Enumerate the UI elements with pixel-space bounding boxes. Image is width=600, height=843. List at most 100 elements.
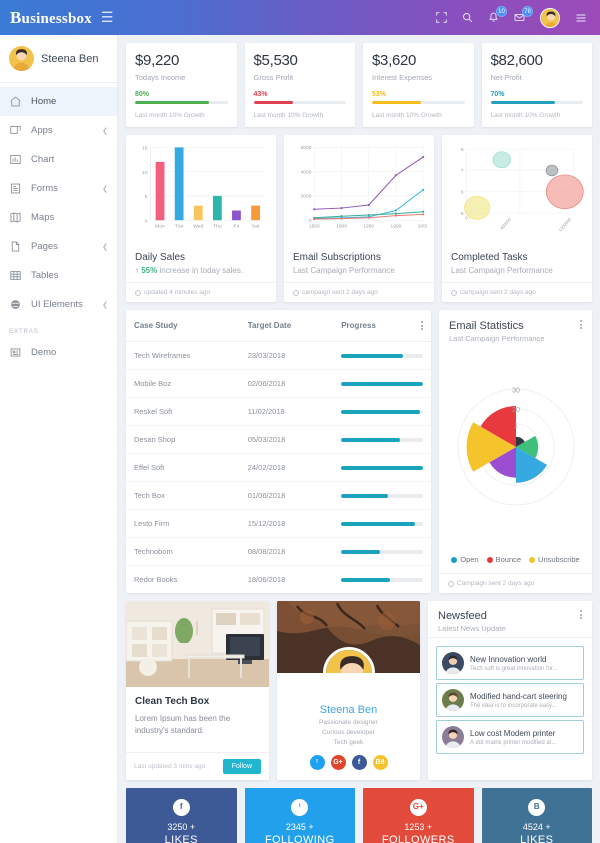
email-statistics-footer: Campaign sent 2 days ago — [439, 573, 592, 593]
news-text: The idea is to incorporate easy... — [470, 702, 557, 709]
stat-progress-track — [372, 101, 465, 104]
svg-text:400000: 400000 — [499, 217, 513, 231]
sidebar-item-forms[interactable]: Forms ❮ — [0, 174, 117, 203]
hamburger-icon[interactable] — [575, 12, 587, 24]
profile-name: Steena Ben — [319, 704, 378, 716]
social-label: LIKES — [520, 833, 554, 843]
clean-tech-box-timestamp: Last updated 3 mins ago — [134, 763, 206, 770]
social-stat-following[interactable]: ᵗ 2345 + FOLLOWING — [244, 788, 355, 843]
social-stat-likes[interactable]: B 4524 + LIKES — [481, 788, 592, 843]
svg-text:Thu: Thu — [213, 224, 222, 230]
table-row[interactable]: Redor Books 18/06/2018 — [126, 566, 431, 594]
svg-text:0: 0 — [145, 219, 148, 225]
cell-target-date: 18/06/2018 — [247, 575, 286, 584]
profile-card: Steena Ben Passionate designer Curious de… — [277, 601, 420, 780]
sidebar-item-pages[interactable]: Pages ❮ — [0, 232, 117, 261]
table-row[interactable]: Technobom 08/08/2018 — [126, 537, 431, 566]
legend-dot — [451, 556, 458, 563]
completed-tasks-title: Completed Tasks — [451, 252, 528, 263]
search-icon[interactable] — [462, 12, 473, 23]
svg-text:15: 15 — [142, 146, 148, 152]
table-row[interactable]: Effel Soft 24/02/2018 — [126, 453, 431, 482]
clean-tech-box-card: Clean Tech Box Lorem Ipsum has been the … — [126, 601, 269, 780]
table-menu-icon[interactable] — [421, 321, 423, 330]
sidebar-item-label: Forms — [31, 183, 58, 194]
blogger-icon: B — [528, 798, 546, 816]
svg-text:Sat: Sat — [252, 224, 260, 230]
stat-progress-fill — [253, 101, 294, 104]
cell-case-study: Tech Wireframes — [126, 341, 240, 370]
completed-tasks-plot: 5 6 7 8 0 400000 1000000 — [442, 135, 592, 245]
table-row[interactable]: Mobile Boz 02/06/2018 — [126, 369, 431, 398]
envelope-icon[interactable]: 78 — [514, 6, 533, 23]
svg-text:1900: 1900 — [336, 224, 347, 229]
avatar[interactable] — [540, 7, 560, 28]
legend-item[interactable]: Bounce — [486, 555, 521, 564]
sidebar-item-tables[interactable]: Tables — [0, 261, 117, 290]
email-statistics-plot: 30 20 1 — [439, 343, 592, 551]
sidebar-item-home[interactable]: Home — [0, 87, 117, 116]
sidebar-item-label: Tables — [31, 270, 59, 281]
svg-text:Tue: Tue — [175, 224, 184, 230]
chevron-right-icon: ❮ — [102, 301, 108, 309]
table-stats-row: Case Study Target Date Progress Tech Wir… — [126, 310, 592, 593]
follow-button[interactable]: Follow — [222, 759, 261, 774]
newsfeed-menu-icon[interactable] — [580, 610, 582, 633]
clean-tech-box-text: Lorem Ipsum has been the industry's stan… — [135, 714, 231, 735]
cell-progress — [333, 566, 431, 594]
svg-text:1: 1 — [514, 422, 518, 429]
cell-case-study: Lesto Firm — [126, 509, 240, 538]
table-row[interactable]: Lesto Firm 15/12/2018 — [126, 509, 431, 538]
list-item[interactable]: Modified hand-cart steering The idea is t… — [436, 683, 584, 717]
social-count: 4524 + — [522, 821, 551, 832]
facebook-icon[interactable]: f — [351, 755, 367, 770]
brand-logo[interactable]: Businessbox — [10, 8, 92, 28]
sidebar-item-apps[interactable]: Apps ❮ — [0, 116, 117, 145]
svg-text:1950: 1950 — [363, 224, 374, 229]
cell-case-study: Effel Soft — [126, 453, 240, 482]
cell-progress — [333, 369, 431, 398]
sidebar-item-maps[interactable]: Maps — [0, 203, 117, 232]
sidebar-item-demo[interactable]: Demo — [0, 338, 117, 367]
google-plus-icon[interactable]: G+ — [330, 755, 346, 770]
legend-item[interactable]: Unsubscribe — [529, 555, 580, 564]
fullscreen-icon[interactable] — [436, 12, 447, 23]
sidebar-item-chart[interactable]: Chart — [0, 145, 117, 174]
table-row[interactable]: Reskel Soft 11/02/2018 — [126, 397, 431, 426]
stat-card-2: $3,620 Interest Expenses 53% Last month 10%… — [363, 43, 474, 127]
sidebar-profile[interactable]: Steena Ben — [0, 35, 117, 82]
behance-icon[interactable]: Bē — [372, 755, 388, 770]
social-stat-likes[interactable]: f 3250 + LIKES — [126, 788, 237, 843]
stat-value: $5,530 — [253, 52, 298, 69]
social-stat-followers[interactable]: G+ 1253 + FOLLOWERS — [363, 788, 474, 843]
svg-text:Wed: Wed — [193, 224, 204, 230]
social-stats-row: f 3250 + LIKES ᵗ 2345 + FOLLOWING G+ 1253 + FOLL… — [126, 788, 592, 843]
bell-icon[interactable]: 10 — [488, 6, 507, 23]
list-item[interactable]: New Innovation world Tech soft is great i… — [436, 646, 584, 680]
table-row[interactable]: Desan Shop 05/03/2018 — [126, 425, 431, 454]
twitter-icon[interactable]: ᵗ — [309, 755, 325, 770]
svg-text:2000: 2000 — [301, 194, 312, 199]
svg-text:6000: 6000 — [301, 145, 312, 150]
sidebar-user-name: Steena Ben — [41, 52, 99, 65]
cell-case-study: Desan Shop — [126, 425, 240, 454]
newsfeed-header: Newsfeed Latest News Update — [428, 601, 592, 633]
cell-case-study: Mobile Boz — [126, 369, 240, 398]
cell-target-date: 08/08/2018 — [239, 537, 334, 566]
table-row[interactable]: Tech Wireframes 23/03/2018 — [126, 341, 431, 370]
sidebar-toggle-icon[interactable]: ☰ — [101, 9, 114, 26]
table-row[interactable]: Tech Box 01/06/2018 — [126, 481, 431, 510]
email-statistics-menu-icon[interactable] — [580, 320, 582, 343]
cell-progress — [333, 509, 431, 538]
cell-case-study: Tech Box — [126, 481, 240, 510]
svg-text:1000000: 1000000 — [557, 217, 572, 233]
chevron-right-icon: ❮ — [102, 243, 108, 251]
svg-text:5: 5 — [461, 211, 464, 216]
sidebar-divider — [0, 82, 117, 83]
sidebar-item-ui-elements[interactable]: UI Elements ❮ — [0, 290, 117, 319]
legend-item[interactable]: Open — [451, 555, 479, 564]
stat-card-1: $5,530 Gross Profit 43% Last month 10% Grow… — [244, 43, 355, 127]
cell-case-study: Redor Books — [134, 575, 178, 584]
sidebar-item-label: Maps — [31, 212, 55, 223]
list-item[interactable]: Low cost Modem printer A dot matrix print… — [436, 720, 584, 754]
